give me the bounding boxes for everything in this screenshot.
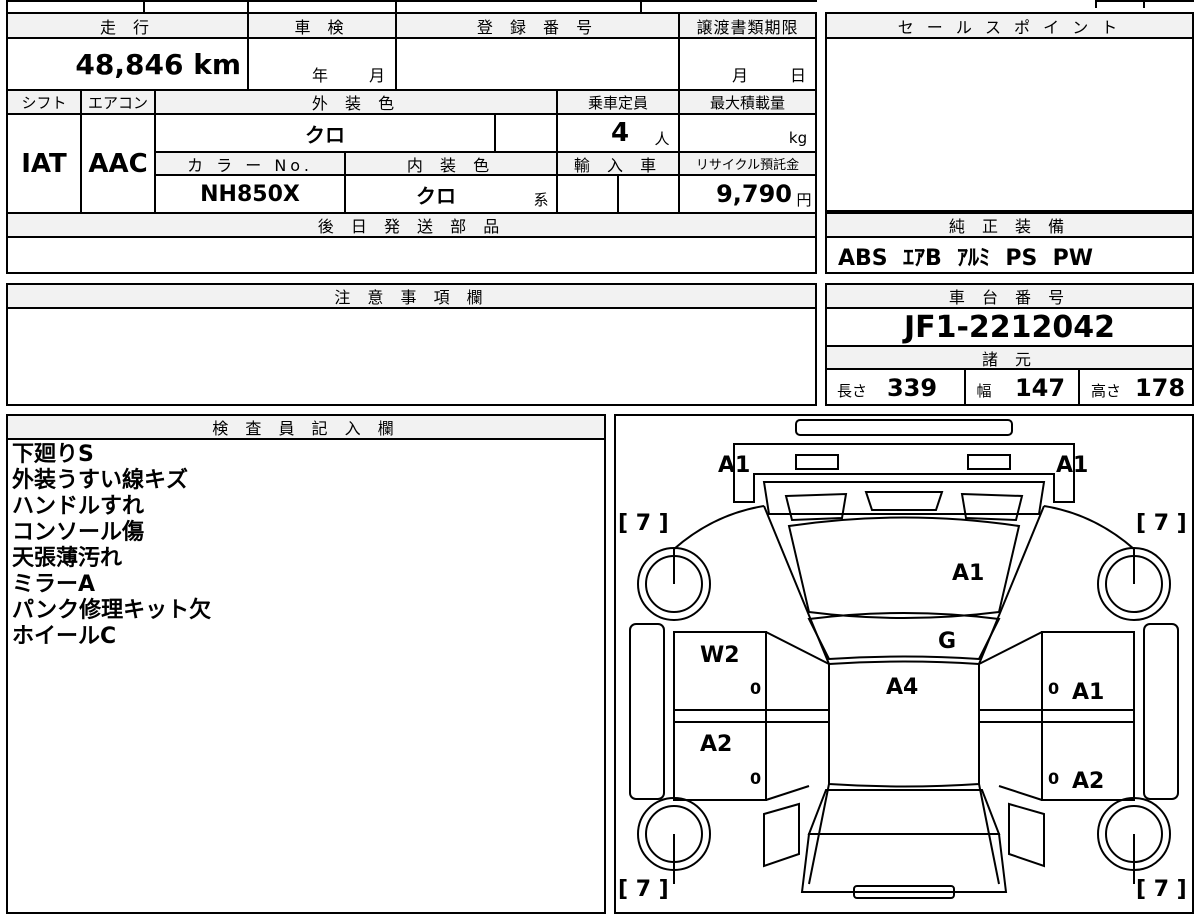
door-handle-mark: 0 <box>1048 769 1059 788</box>
interior-color-label: 内 装 色 <box>346 153 556 175</box>
mark-left-rear-door: A2 <box>700 732 732 757</box>
mark-right-rear-door: A2 <box>1072 769 1104 794</box>
color-no-value: NH850X <box>200 181 300 207</box>
note-item: ホイールC <box>12 624 117 649</box>
max-load-unit: kg <box>788 129 808 147</box>
mark-front-right-corner: A1 <box>1056 453 1088 478</box>
registration-label: 登 録 番 号 <box>397 14 678 37</box>
import-label: 輸 入 車 <box>558 153 678 175</box>
specs-label: 諸 元 <box>827 347 1192 369</box>
later-parts-label: 後 日 発 送 部 品 <box>8 214 815 236</box>
capacity-value: 4 <box>610 118 630 148</box>
mark-tire-front-left: [ 7 ] <box>618 511 669 536</box>
ac-value: AAC <box>88 148 148 179</box>
recycle-label: リサイクル預託金 <box>680 153 815 174</box>
equipment-label: 純 正 装 備 <box>827 214 1192 236</box>
top-edge-line <box>6 0 817 2</box>
chassis-number: JF1-2212042 <box>903 309 1116 345</box>
shift-label: シフト <box>8 91 80 113</box>
caution-label: 注 意 事 項 欄 <box>8 285 815 307</box>
sales-point-label: セ ー ル ス ポ イ ン ト <box>827 14 1192 37</box>
note-item: ハンドルすれ <box>12 494 145 519</box>
mark-windshield: G <box>938 629 956 654</box>
sales-point-box <box>825 12 1194 212</box>
note-item: 天張薄汚れ <box>12 546 123 571</box>
shift-value: IAT <box>21 148 67 179</box>
exterior-color-value: クロ <box>305 122 345 147</box>
color-no-label: カ ラ ー No. <box>156 153 344 175</box>
length-value: 339 <box>886 374 938 402</box>
note-item: 下廻りS <box>12 442 94 467</box>
note-item: コンソール傷 <box>12 520 145 545</box>
door-handle-mark: 0 <box>750 679 761 698</box>
mark-front-left-corner: A1 <box>718 453 750 478</box>
width-label: 幅 <box>976 381 992 400</box>
mark-tire-rear-left: [ 7 ] <box>618 877 669 900</box>
inspection-month: 月 <box>368 66 385 85</box>
note-item: ミラーA <box>12 572 96 597</box>
recycle-value: 9,790 <box>716 180 792 208</box>
transfer-day: 日 <box>789 66 806 85</box>
door-handle-mark: 0 <box>750 769 761 788</box>
car-diagram: A1 A1 A1 G A4 W2 A2 A1 A2 [ 7 ] [ 7 ] [ … <box>618 419 1187 900</box>
mileage-label: 走 行 <box>8 14 247 37</box>
chassis-label: 車 台 番 号 <box>827 285 1192 307</box>
mileage-value: 48,846 km <box>75 47 241 81</box>
capacity-label: 乗車定員 <box>558 91 678 113</box>
height-label: 高さ <box>1090 381 1121 400</box>
mark-tire-rear-right: [ 7 ] <box>1136 877 1187 900</box>
recycle-unit: 円 <box>796 190 812 209</box>
mark-right-front-door: A1 <box>1072 680 1104 705</box>
interior-color-suffix: 系 <box>533 190 549 209</box>
equipment-value: ABS ｴｱB ｱﾙﾐ PS PW <box>838 246 1094 271</box>
length-label: 長さ <box>836 381 867 400</box>
transfer-deadline-label: 譲渡書類期限 <box>680 14 815 37</box>
mark-roof: A4 <box>886 675 918 700</box>
max-load-label: 最大積載量 <box>680 91 815 113</box>
mark-hood: A1 <box>952 561 984 586</box>
mark-left-front-door: W2 <box>700 643 740 668</box>
exterior-color-label: 外 装 色 <box>156 91 556 113</box>
note-item: パンク修理キット欠 <box>12 598 212 623</box>
inspector-label: 検 査 員 記 入 欄 <box>8 416 604 438</box>
width-value: 147 <box>1014 374 1066 402</box>
mark-tire-front-right: [ 7 ] <box>1136 511 1187 536</box>
ac-label: エアコン <box>82 91 154 113</box>
inspector-notes-list: 下廻りS 外装うすい線キズ ハンドルすれ コンソール傷 天張薄汚れ ミラーA パ… <box>12 442 592 650</box>
inspection-label: 車 検 <box>249 14 395 37</box>
transfer-month: 月 <box>731 66 748 85</box>
door-handle-mark: 0 <box>1048 679 1059 698</box>
capacity-unit: 人 <box>654 129 670 148</box>
height-value: 178 <box>1134 374 1186 402</box>
note-item: 外装うすい線キズ <box>12 468 189 493</box>
inspection-year: 年 <box>311 66 328 85</box>
interior-color-value: クロ <box>416 183 456 208</box>
